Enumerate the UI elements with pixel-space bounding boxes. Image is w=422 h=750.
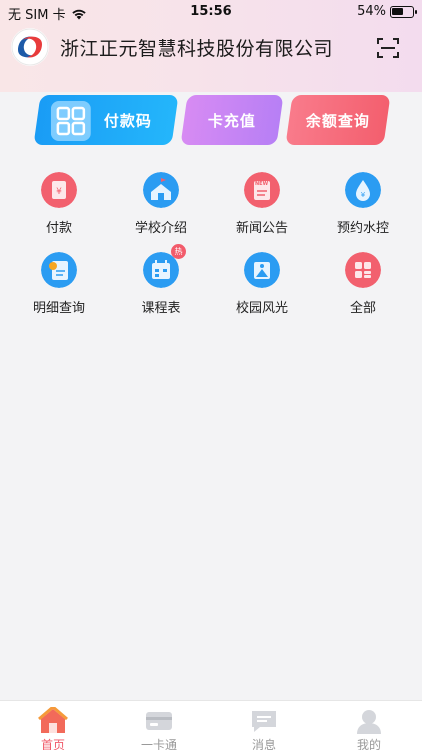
campus-scenery-icon	[244, 252, 280, 288]
tab-profile[interactable]: 我的	[329, 705, 409, 750]
grid-item-label: 学校介绍	[134, 221, 187, 236]
grid-item-label: 全部	[349, 301, 376, 316]
pay-code-button[interactable]: 付款码	[33, 95, 179, 145]
message-icon	[252, 711, 276, 732]
battery-level	[392, 7, 403, 15]
status-right: 54%	[357, 4, 417, 19]
home-icon	[38, 707, 68, 733]
profile-icon	[357, 710, 381, 734]
grid-item-campus-scenery[interactable]: 校园风光	[212, 250, 312, 320]
all-apps-icon	[345, 252, 381, 288]
grid-item-label: 校园风光	[235, 301, 288, 316]
hot-badge: 热	[171, 244, 186, 259]
tab-label: 一卡通	[140, 738, 177, 750]
grid-item-school-intro[interactable]: 学校介绍	[111, 170, 211, 240]
tab-home[interactable]: 首页	[13, 705, 93, 750]
tab-messages[interactable]: 消息	[224, 705, 304, 750]
qr-grid-icon	[50, 101, 91, 141]
pay-code-label: 付款码	[103, 111, 152, 130]
grid-item-water-control[interactable]: ¥ 预约水控	[313, 170, 413, 240]
grid-item-label: 预约水控	[336, 221, 389, 236]
grid-item-news[interactable]: NEW 新闻公告	[212, 170, 312, 240]
card-recharge-button[interactable]: 卡充值	[180, 95, 284, 145]
page-title: 浙江正元智慧科技股份有限公司	[60, 38, 334, 60]
bottom-tab-bar: 首页 一卡通 消息 我的	[0, 700, 422, 750]
quick-actions: 付款码 卡充值 余额查询	[0, 95, 422, 147]
tab-label: 首页	[40, 738, 65, 750]
balance-query-label: 余额查询	[305, 111, 370, 130]
grid-item-label: 明细查询	[32, 301, 85, 316]
school-icon	[143, 172, 179, 208]
company-logo	[11, 28, 49, 66]
battery-icon	[390, 5, 417, 18]
status-bar: 无 SIM 卡 15:56 54%	[0, 0, 422, 24]
tab-label: 我的	[356, 738, 381, 750]
svg-text:¥: ¥	[56, 187, 62, 197]
battery-percent: 54%	[357, 4, 386, 19]
tab-label: 消息	[251, 738, 276, 750]
grid-item-details-query[interactable]: 明细查询	[9, 250, 109, 320]
grid-item-label: 付款	[45, 221, 72, 236]
new-tag: NEW	[255, 181, 269, 187]
water-icon: ¥	[345, 172, 381, 208]
card-recharge-label: 卡充值	[207, 111, 256, 130]
grid-item-payment[interactable]: ¥ 付款	[9, 170, 109, 240]
app-header: 浙江正元智慧科技股份有限公司	[0, 28, 422, 68]
news-icon	[244, 172, 280, 208]
grid-item-label: 课程表	[141, 301, 181, 316]
grid-item-label: 新闻公告	[235, 221, 288, 236]
scan-icon	[377, 38, 399, 58]
details-icon	[41, 252, 77, 288]
payment-icon: ¥	[41, 172, 77, 208]
balance-query-button[interactable]: 余额查询	[285, 95, 391, 145]
svg-text:¥: ¥	[361, 191, 366, 199]
card-icon	[146, 712, 172, 730]
grid-item-all[interactable]: 全部	[313, 250, 413, 320]
tab-card[interactable]: 一卡通	[119, 705, 199, 750]
grid-item-timetable[interactable]: 热 课程表	[111, 244, 211, 320]
scan-button[interactable]	[377, 38, 399, 58]
